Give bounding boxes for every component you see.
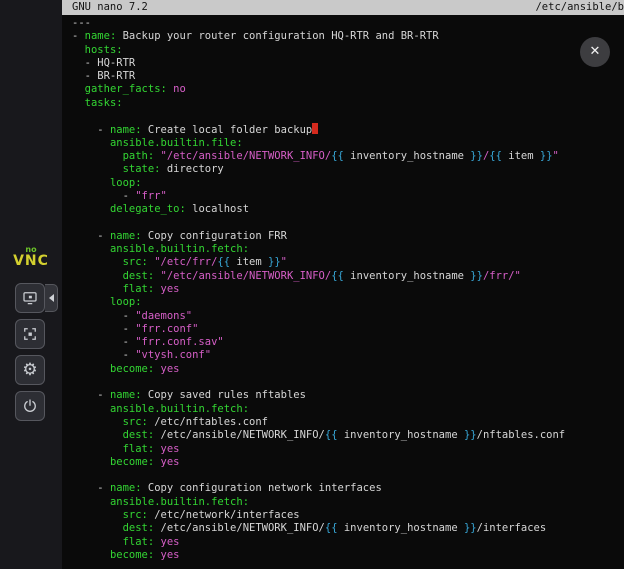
close-icon: ✕ <box>590 44 601 59</box>
nano-filename: /etc/ansible/b <box>535 0 624 15</box>
editor-line: ansible.builtin.file: <box>72 137 624 150</box>
screen-button[interactable] <box>15 283 45 313</box>
gear-icon: ⚙ <box>22 362 37 379</box>
editor-line: - name: Copy configuration network inter… <box>72 482 624 495</box>
nano-titlebar: GNU nano 7.2 /etc/ansible/b <box>62 0 624 15</box>
terminal[interactable]: GNU nano 7.2 /etc/ansible/b ---- name: B… <box>62 0 624 569</box>
editor-line: become: yes <box>72 456 624 469</box>
editor-line: hosts: <box>72 44 624 57</box>
control-bar-handle[interactable] <box>45 284 58 312</box>
novnc-logo-vnc: VNC <box>13 254 49 268</box>
editor-line: path: "/etc/ansible/NETWORK_INFO/{{ inve… <box>72 150 624 163</box>
editor-line: flat: yes <box>72 283 624 296</box>
editor-line: - BR-RTR <box>72 70 624 83</box>
editor-line: src: "/etc/frr/{{ item }}" <box>72 256 624 269</box>
editor-line: become: yes <box>72 549 624 562</box>
close-button[interactable]: ✕ <box>580 37 610 67</box>
text-cursor <box>312 123 318 134</box>
editor-line: flat: yes <box>72 536 624 549</box>
fullscreen-button[interactable] <box>15 319 45 349</box>
editor-line: --- <box>72 17 624 30</box>
power-button[interactable] <box>15 391 45 421</box>
settings-button[interactable]: ⚙ <box>15 355 45 385</box>
screen-icon <box>21 289 39 307</box>
editor-line: - "daemons" <box>72 310 624 323</box>
editor-line: - name: Backup your router configuration… <box>72 30 624 43</box>
control-bar-buttons: ⚙ <box>15 283 45 421</box>
editor-line: - name: Copy saved rules nftables <box>72 389 624 402</box>
vnc-viewer-window: no VNC <box>0 0 624 569</box>
editor-line: - "frr" <box>72 190 624 203</box>
editor-line: delegate_to: localhost <box>72 203 624 216</box>
editor-line: - "frr.conf.sav" <box>72 336 624 349</box>
editor-line: loop: <box>72 177 624 190</box>
editor-line: dest: "/etc/ansible/NETWORK_INFO/{{ inve… <box>72 270 624 283</box>
editor-line: dest: /etc/ansible/NETWORK_INFO/{{ inven… <box>72 429 624 442</box>
editor-line: src: /etc/nftables.conf <box>72 416 624 429</box>
editor-line: - name: Copy configuration FRR <box>72 230 624 243</box>
editor-line: loop: <box>72 296 624 309</box>
editor-line: state: directory <box>72 163 624 176</box>
editor-line: ansible.builtin.fetch: <box>72 496 624 509</box>
editor-line: ansible.builtin.fetch: <box>72 403 624 416</box>
editor-content[interactable]: ---- name: Backup your router configurat… <box>62 15 624 562</box>
editor-line: - "vtysh.conf" <box>72 349 624 362</box>
editor-line <box>72 469 624 482</box>
editor-line <box>72 110 624 123</box>
nano-version: GNU nano 7.2 <box>72 0 148 15</box>
editor-line: gather_facts: no <box>72 83 624 96</box>
editor-line: - "frr.conf" <box>72 323 624 336</box>
editor-line: dest: /etc/ansible/NETWORK_INFO/{{ inven… <box>72 522 624 535</box>
editor-line: src: /etc/network/interfaces <box>72 509 624 522</box>
editor-line: - name: Create local folder backup <box>72 123 624 136</box>
editor-line <box>72 376 624 389</box>
fullscreen-icon <box>21 325 39 343</box>
editor-line: flat: yes <box>72 443 624 456</box>
editor-line: become: yes <box>72 363 624 376</box>
editor-line: - HQ-RTR <box>72 57 624 70</box>
editor-line: ansible.builtin.fetch: <box>72 243 624 256</box>
editor-line: tasks: <box>72 97 624 110</box>
power-icon <box>21 397 39 415</box>
editor-line <box>72 216 624 229</box>
novnc-logo: no VNC <box>0 246 62 268</box>
chevron-left-icon <box>49 294 54 302</box>
